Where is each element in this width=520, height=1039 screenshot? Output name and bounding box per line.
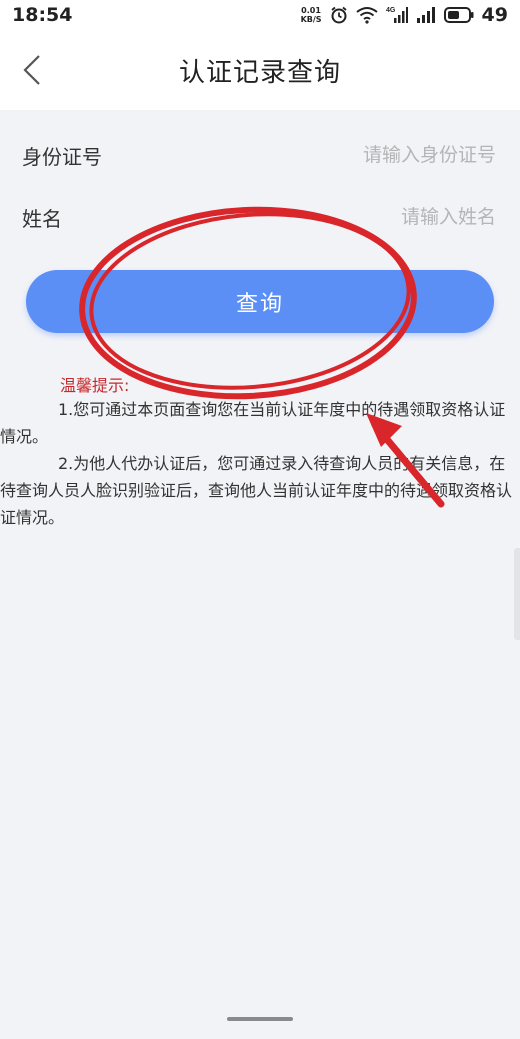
back-button[interactable] xyxy=(14,50,50,90)
status-time: 18:54 xyxy=(12,4,73,26)
home-indicator[interactable] xyxy=(227,1017,293,1021)
signal-4g-icon: 4G xyxy=(386,6,408,24)
signal-icon xyxy=(416,6,436,24)
network-type-label: 4G xyxy=(386,7,396,14)
net-speed-value: 0.01 xyxy=(301,6,321,15)
side-scroll-handle[interactable] xyxy=(514,548,520,640)
battery-icon xyxy=(443,7,474,23)
id-number-label: 身份证号 xyxy=(22,144,102,169)
chevron-left-icon xyxy=(23,55,40,85)
status-bar: 18:54 0.01 KB/S 4G 49 xyxy=(0,0,520,30)
id-number-input[interactable] xyxy=(234,143,498,167)
wifi-icon xyxy=(355,6,378,24)
tip-item-2: 2.为他人代办认证后，您可通过录入待查询人员的有关信息，在待查询人员人脸识别验证… xyxy=(0,454,513,527)
name-label: 姓名 xyxy=(22,206,62,231)
battery-level: 49 xyxy=(481,4,508,26)
page-title: 认证记录查询 xyxy=(178,57,341,88)
query-button[interactable]: 查询 xyxy=(26,270,494,333)
tips-title: 温馨提示: xyxy=(60,376,130,395)
net-speed-unit: KB/S xyxy=(300,15,322,24)
name-input[interactable] xyxy=(234,205,498,229)
status-icons: 0.01 KB/S 4G 49 xyxy=(301,4,508,26)
nav-bar: 认证记录查询 xyxy=(0,30,520,110)
id-number-row: 身份证号 xyxy=(0,124,520,186)
net-speed: 0.01 KB/S xyxy=(301,6,322,24)
alarm-icon xyxy=(330,6,348,24)
name-row: 姓名 xyxy=(0,186,520,248)
tip-item-1: 1.您可通过本页面查询您在当前认证年度中的待遇领取资格认证情况。 xyxy=(0,400,506,446)
